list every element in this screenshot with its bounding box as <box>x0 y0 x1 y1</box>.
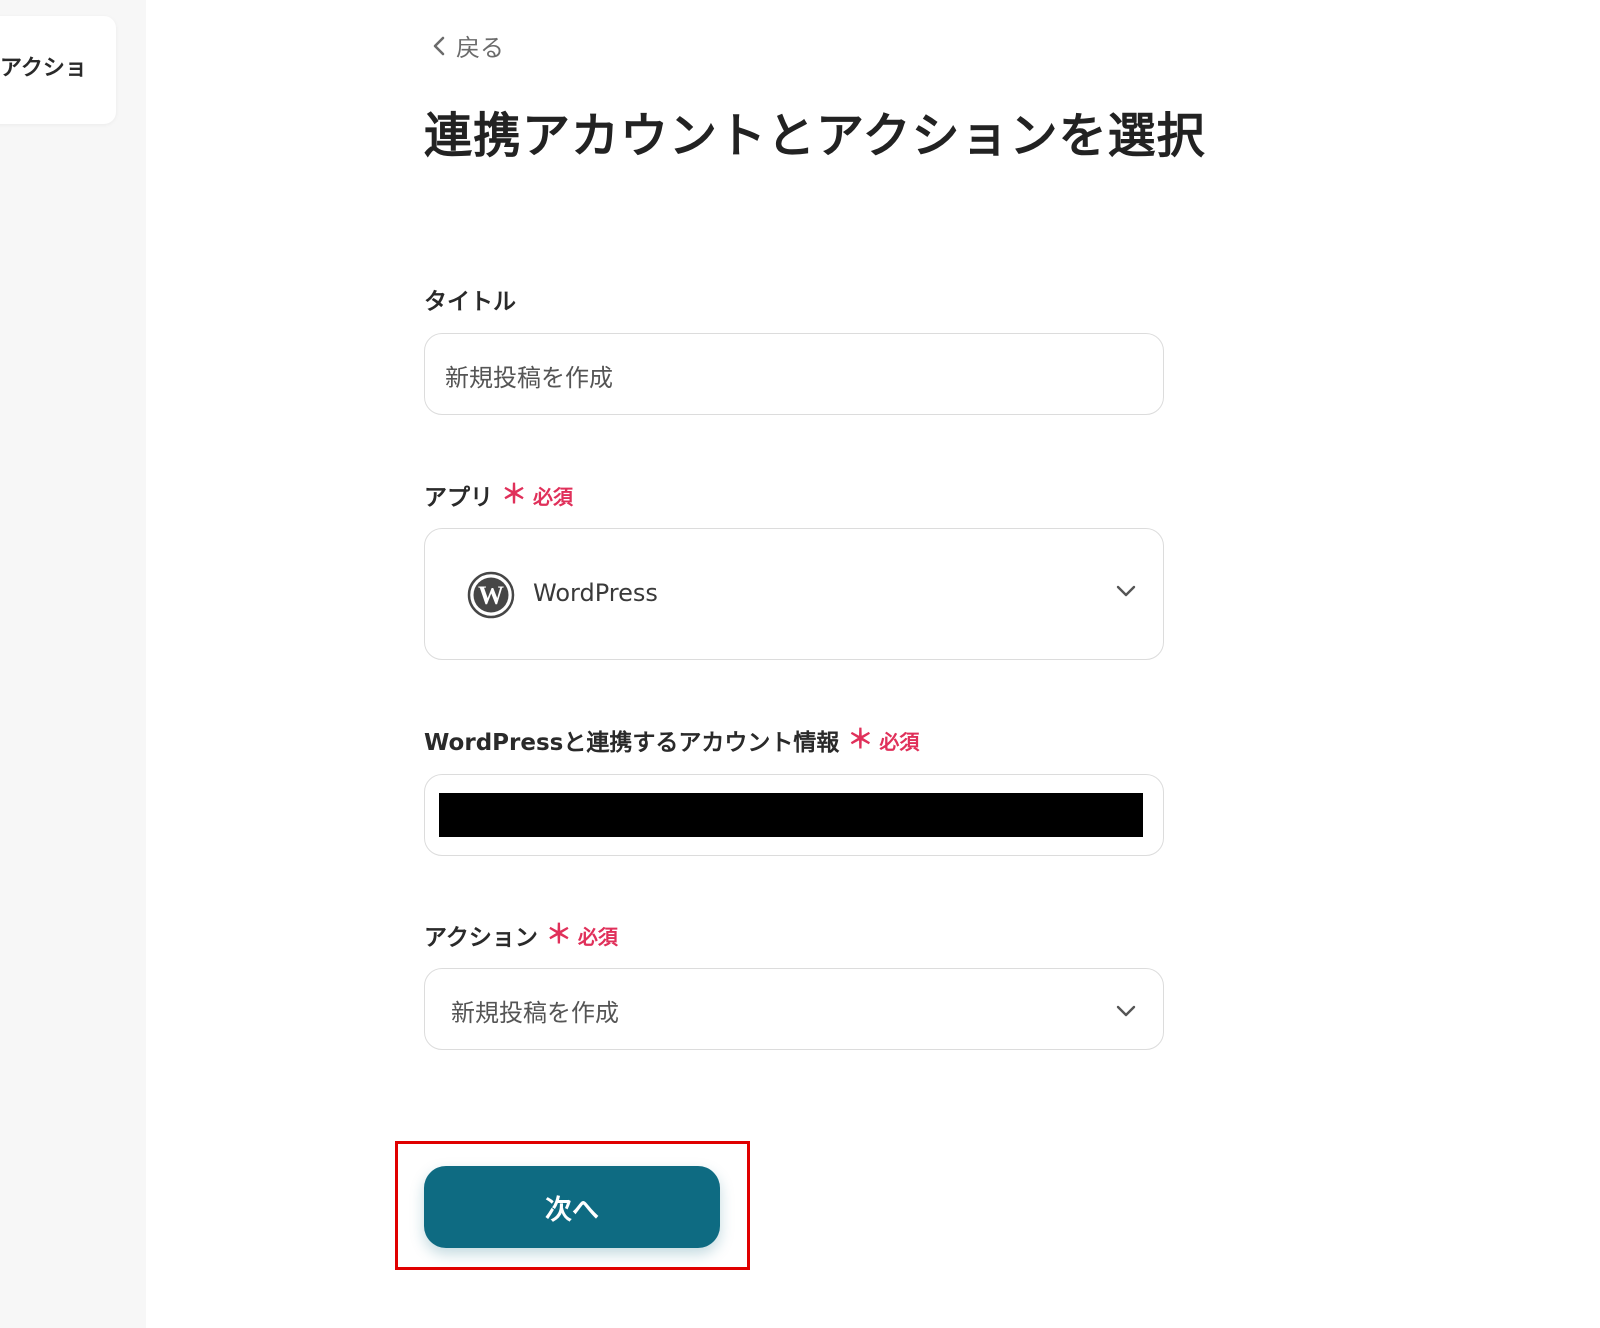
title-input-value: 新規投稿を作成 <box>445 364 613 392</box>
account-field-label: WordPressと連携するアカウント情報 ＊ 必須 <box>424 723 919 757</box>
next-button[interactable]: 次へ <box>424 1166 720 1248</box>
action-select-value: 新規投稿を作成 <box>451 999 619 1027</box>
sidebar-step-card[interactable]: アクショ <box>0 16 116 124</box>
app-label-text: アプリ <box>424 485 493 511</box>
action-select[interactable]: 新規投稿を作成 <box>424 968 1164 1050</box>
required-asterisk: ＊ <box>847 725 874 755</box>
account-select[interactable] <box>424 774 1164 856</box>
required-asterisk: ＊ <box>545 920 572 950</box>
back-label: 戻る <box>456 34 504 62</box>
back-link[interactable]: 戻る <box>432 28 504 63</box>
required-badge: 必須 <box>879 729 920 754</box>
required-badge: 必須 <box>577 924 618 949</box>
action-label-text: アクション <box>424 925 538 951</box>
chevron-left-icon <box>432 35 446 57</box>
page-title: 連携アカウントとアクションを選択 <box>424 108 1206 164</box>
required-badge: 必須 <box>533 484 574 509</box>
title-label-text: タイトル <box>424 289 516 315</box>
required-asterisk: ＊ <box>501 480 528 510</box>
chevron-down-icon <box>1115 583 1137 602</box>
left-panel: アクショ <box>0 0 146 1328</box>
wordpress-logo-icon: W <box>467 571 515 623</box>
account-label-text: WordPressと連携するアカウント情報 <box>424 730 840 756</box>
svg-text:W: W <box>478 581 504 610</box>
sidebar-step-label: アクショ <box>0 56 87 81</box>
redacted-account-info <box>439 793 1143 837</box>
title-input[interactable]: 新規投稿を作成 <box>424 333 1164 415</box>
app-select-value: WordPress <box>533 579 658 607</box>
chevron-down-icon <box>1115 1003 1137 1022</box>
title-field-label: タイトル <box>424 282 516 316</box>
app-field-label: アプリ ＊ 必須 <box>424 478 573 512</box>
app-select[interactable]: W WordPress <box>424 528 1164 660</box>
action-field-label: アクション ＊ 必須 <box>424 918 618 952</box>
